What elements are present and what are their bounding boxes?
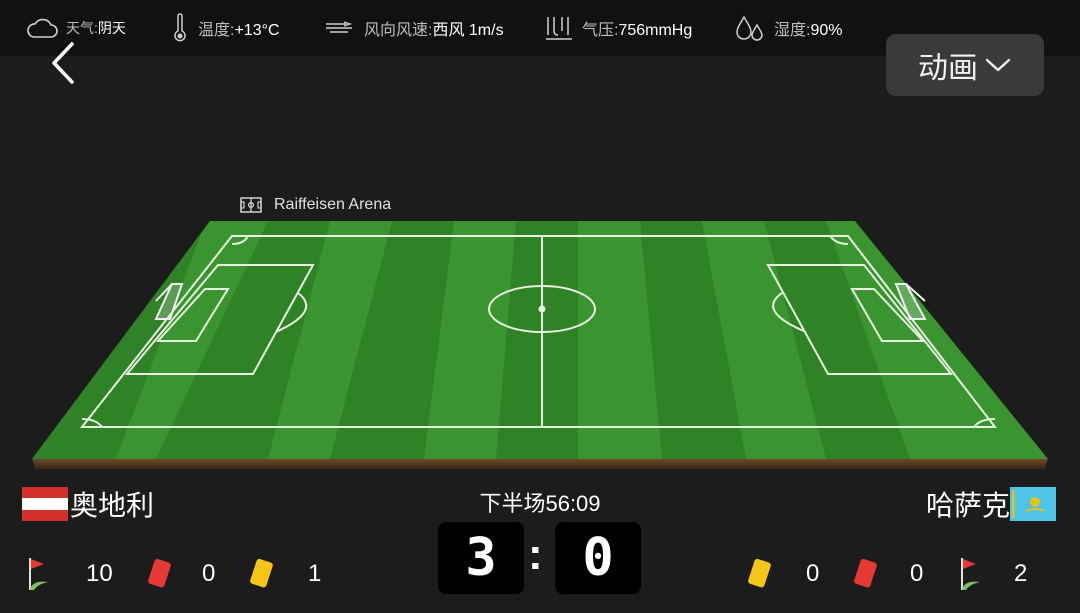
home-red-card-stat [144, 552, 174, 596]
back-button[interactable] [46, 40, 82, 86]
wind-label: 风向风速: [364, 22, 433, 39]
venue-name: Raiffeisen Arena [274, 196, 392, 213]
chevron-down-icon [985, 58, 1011, 72]
venue: Raiffeisen Arena [240, 196, 391, 214]
home-team-name: 奥地利 [70, 490, 155, 521]
away-score: 0 [555, 522, 641, 594]
austria-flag-icon [22, 487, 68, 521]
pressure-value: 756mmHg [618, 22, 693, 39]
away-red-card-stat [850, 552, 880, 596]
match-period-time: 下半场56:09 [479, 491, 601, 516]
weather-temperature: 温度:+13°C [170, 13, 280, 42]
wind-icon [326, 21, 353, 33]
away-yellow-cards-value: 0 [806, 560, 820, 587]
pressure-icon [546, 17, 572, 40]
away-red-cards-value: 0 [910, 560, 924, 587]
water-drops-icon [736, 15, 763, 41]
humidity-label: 湿度: [774, 22, 811, 39]
pressure-label: 气压: [582, 22, 619, 39]
thermometer-icon [174, 13, 186, 42]
weather-condition-value: 阴天 [97, 20, 126, 36]
home-score: 3 [438, 522, 524, 594]
home-corners-value: 10 [86, 560, 113, 587]
away-team: 哈萨克 [926, 484, 1057, 524]
corner-flag-icon [961, 558, 980, 590]
weather-humidity: 湿度:90% [734, 14, 842, 42]
chevron-left-icon [52, 42, 74, 84]
animation-dropdown[interactable]: 动画 [886, 34, 1044, 96]
weather-condition: 天气:阴天 [26, 14, 126, 42]
away-corners-value: 2 [1014, 560, 1028, 587]
home-team: 奥地利 [22, 484, 154, 524]
football-pitch [32, 221, 1048, 469]
away-corner-stat [958, 552, 984, 596]
home-yellow-card-stat [246, 552, 276, 596]
weather-condition-label: 天气: [66, 20, 98, 36]
red-card-icon [854, 558, 877, 588]
animation-label: 动画 [918, 52, 978, 85]
away-team-name: 哈萨克 [926, 490, 1011, 521]
home-yellow-cards-value: 1 [308, 560, 322, 587]
temperature-value: +13°C [234, 22, 280, 39]
cloud-icon [27, 18, 58, 38]
wind-value: 西风 1m/s [432, 22, 504, 39]
pitch-soil-edge [32, 459, 1048, 469]
kazakhstan-flag-icon [1010, 487, 1057, 521]
red-card-icon [148, 558, 171, 588]
corner-flag-icon [29, 558, 48, 590]
weather-pressure: 气压:756mmHg [544, 14, 692, 42]
weather-wind: 风向风速:西风 1m/s [324, 14, 504, 42]
home-corner-stat [26, 552, 52, 596]
home-red-cards-value: 0 [202, 560, 216, 587]
away-yellow-card-stat [744, 552, 774, 596]
stadium-icon [240, 197, 262, 213]
yellow-card-icon [250, 558, 273, 588]
temperature-label: 温度: [198, 22, 235, 39]
score-separator: : [528, 530, 543, 579]
humidity-value: 90% [810, 22, 843, 39]
yellow-card-icon [748, 558, 771, 588]
